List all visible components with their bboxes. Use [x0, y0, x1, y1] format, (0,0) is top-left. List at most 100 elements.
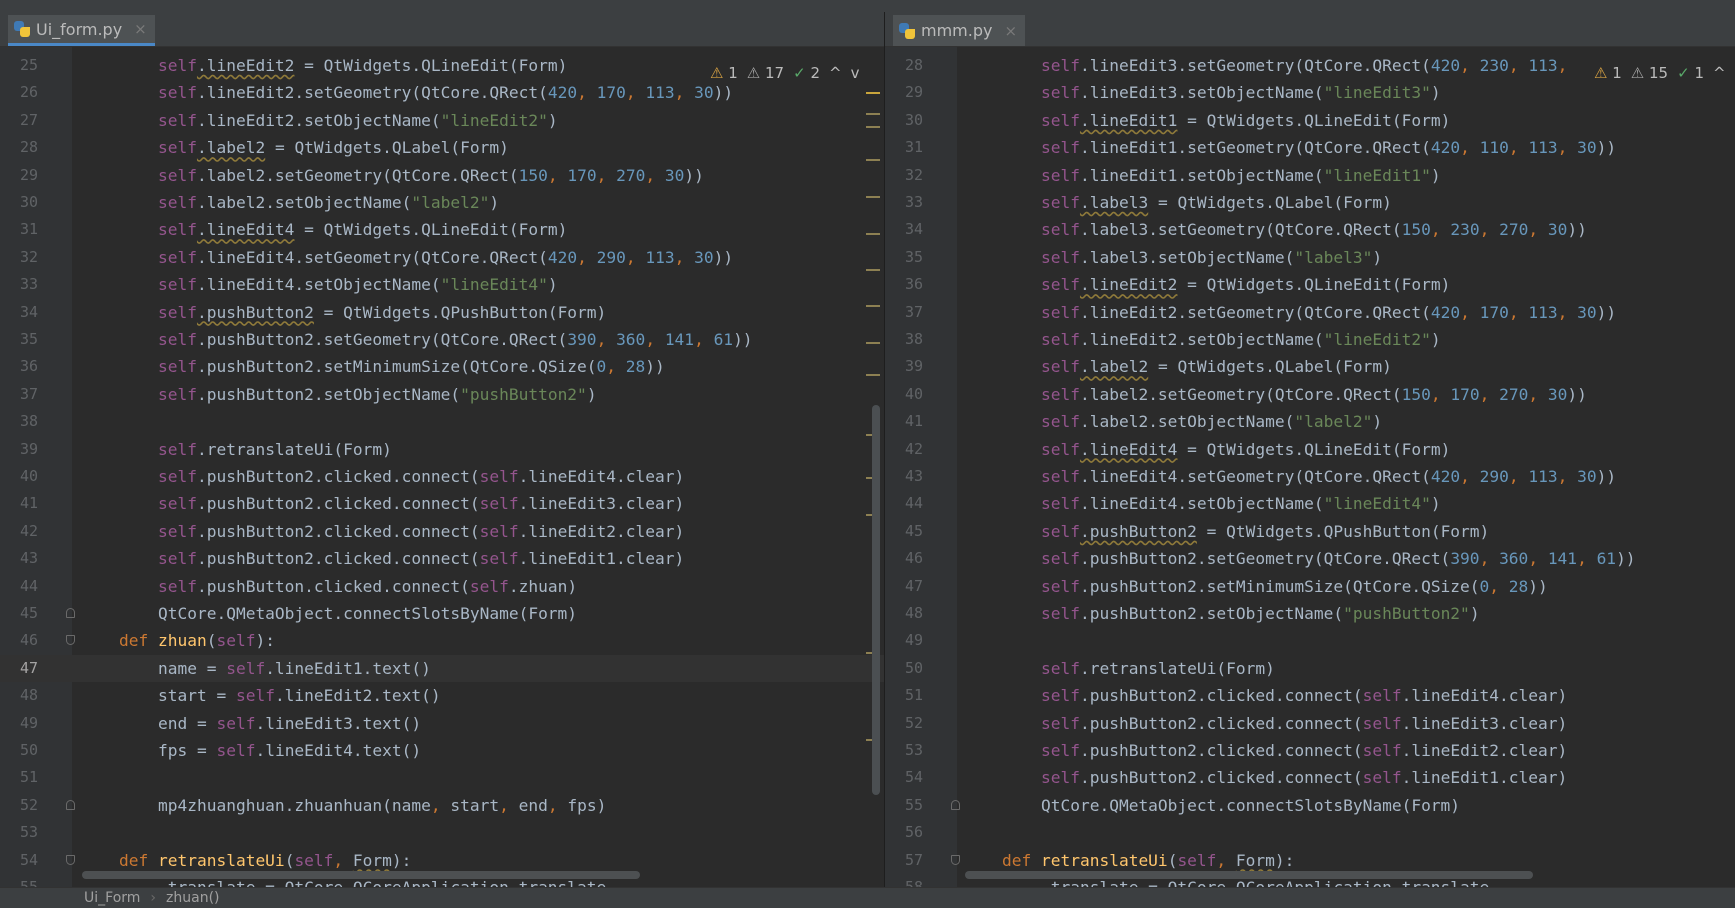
horizontal-scrollbar-left[interactable] — [82, 871, 640, 879]
line-number: 51 — [19, 768, 38, 787]
fold-marker-icon[interactable] — [66, 854, 75, 865]
line-number: 42 — [904, 439, 923, 458]
code-line[interactable]: 34 self.pushButton2 = QtWidgets.QPushBut… — [0, 299, 884, 326]
code-line[interactable]: 47 self.pushButton2.setMinimumSize(QtCor… — [885, 573, 1735, 600]
code-line[interactable]: 32 self.lineEdit4.setGeometry(QtCore.QRe… — [0, 244, 884, 271]
code-line[interactable]: 46 self.pushButton2.setGeometry(QtCore.Q… — [885, 545, 1735, 572]
previous-highlight-button[interactable]: ^ — [1713, 64, 1726, 82]
code-line[interactable]: 36 self.lineEdit2 = QtWidgets.QLineEdit(… — [885, 271, 1735, 298]
code-text: name = self.lineEdit1.text() — [119, 658, 431, 678]
code-line[interactable]: 51 — [0, 764, 884, 791]
code-line[interactable]: 53 — [0, 819, 884, 846]
code-line[interactable]: 30 self.lineEdit1 = QtWidgets.QLineEdit(… — [885, 107, 1735, 134]
code-line[interactable]: 45 self.pushButton2 = QtWidgets.QPushBut… — [885, 518, 1735, 545]
error-stripe-left[interactable] — [866, 87, 880, 887]
code-line[interactable]: 54 def retranslateUi(self, Form): — [0, 847, 884, 874]
horizontal-scrollbar-right[interactable] — [965, 871, 1533, 879]
code-text: self.lineEdit2 = QtWidgets.QLineEdit(For… — [157, 56, 568, 75]
code-text: self.lineEdit4.setObjectName("lineEdit4"… — [157, 275, 558, 295]
code-line[interactable]: 31 self.lineEdit1.setGeometry(QtCore.QRe… — [885, 134, 1735, 161]
code-line[interactable]: 26 self.lineEdit2.setGeometry(QtCore.QRe… — [0, 79, 884, 106]
code-line[interactable]: 35 self.pushButton2.setGeometry(QtCore.Q… — [0, 326, 884, 353]
code-line[interactable]: 41 self.label2.setObjectName("label2") — [885, 408, 1735, 435]
code-line[interactable]: 51 self.pushButton2.clicked.connect(self… — [885, 682, 1735, 709]
code-line[interactable]: 56 — [885, 819, 1735, 846]
code-line[interactable]: 37 self.lineEdit2.setGeometry(QtCore.QRe… — [885, 299, 1735, 326]
code-line[interactable]: 36 self.pushButton2.setMinimumSize(QtCor… — [0, 353, 884, 380]
code-line[interactable]: 50 self.retranslateUi(Form) — [885, 655, 1735, 682]
code-line[interactable]: 42 self.lineEdit4 = QtWidgets.QLineEdit(… — [885, 436, 1735, 463]
code-line[interactable]: 39 self.label2 = QtWidgets.QLabel(Form) — [885, 353, 1735, 380]
code-line[interactable]: 43 self.lineEdit4.setGeometry(QtCore.QRe… — [885, 463, 1735, 490]
line-number: 48 — [19, 686, 38, 705]
code-line[interactable]: 43 self.pushButton2.clicked.connect(self… — [0, 545, 884, 572]
code-line[interactable]: 55 QtCore.QMetaObject.connectSlotsByName… — [885, 792, 1735, 819]
code-line[interactable]: 50 fps = self.lineEdit4.text() — [0, 737, 884, 764]
breadcrumb-method[interactable]: zhuan() — [166, 890, 219, 906]
code-line[interactable]: 33 self.lineEdit4.setObjectName("lineEdi… — [0, 271, 884, 298]
fold-marker-icon[interactable] — [951, 799, 960, 810]
close-tab-icon[interactable]: × — [134, 20, 147, 38]
tab-bar-left: Ui_form.py × — [0, 12, 884, 47]
code-line[interactable]: 41 self.pushButton2.clicked.connect(self… — [0, 490, 884, 517]
code-line[interactable]: 40 self.label2.setGeometry(QtCore.QRect(… — [885, 381, 1735, 408]
code-line[interactable]: 49 — [885, 627, 1735, 654]
fold-marker-icon[interactable] — [66, 799, 75, 810]
breadcrumb-class[interactable]: Ui_Form — [84, 890, 140, 906]
code-line[interactable]: 45 QtCore.QMetaObject.connectSlotsByName… — [0, 600, 884, 627]
code-line[interactable]: 42 self.pushButton2.clicked.connect(self… — [0, 518, 884, 545]
line-number: 32 — [904, 165, 923, 184]
code-line[interactable]: 37 self.pushButton2.setObjectName("pushB… — [0, 381, 884, 408]
fold-marker-icon[interactable] — [951, 854, 960, 865]
code-line[interactable]: 33 self.label3 = QtWidgets.QLabel(Form) — [885, 189, 1735, 216]
code-line[interactable]: 53 self.pushButton2.clicked.connect(self… — [885, 737, 1735, 764]
typo-check-icon: ✓ — [793, 64, 806, 82]
code-line[interactable]: 49 end = self.lineEdit3.text() — [0, 710, 884, 737]
code-line[interactable]: 30 self.label2.setObjectName("label2") — [0, 189, 884, 216]
vertical-scrollbar-thumb[interactable] — [872, 405, 880, 795]
tab-mmm-py[interactable]: mmm.py × — [893, 15, 1026, 46]
code-text: self.pushButton2.clicked.connect(self.li… — [1040, 686, 1568, 706]
code-line[interactable]: 38 self.lineEdit2.setObjectName("lineEdi… — [885, 326, 1735, 353]
inspection-widget[interactable]: ⚠ 1 ⚠ 17 ✓ 2 ^ v — [706, 64, 864, 82]
code-text: self.pushButton2.clicked.connect(self.li… — [157, 549, 685, 569]
code-line[interactable]: 48 self.pushButton2.setObjectName("pushB… — [885, 600, 1735, 627]
close-tab-icon[interactable]: × — [1004, 22, 1017, 40]
code-line[interactable]: 27 self.lineEdit2.setObjectName("lineEdi… — [0, 107, 884, 134]
line-number: 29 — [904, 83, 923, 102]
fold-marker-icon[interactable] — [66, 635, 75, 646]
code-line[interactable]: 39 self.retranslateUi(Form) — [0, 436, 884, 463]
code-line[interactable]: 32 self.lineEdit1.setObjectName("lineEdi… — [885, 162, 1735, 189]
code-line[interactable]: 29 self.lineEdit3.setObjectName("lineEdi… — [885, 79, 1735, 106]
code-line[interactable]: 40 self.pushButton2.clicked.connect(self… — [0, 463, 884, 490]
code-line[interactable]: 48 start = self.lineEdit2.text() — [0, 682, 884, 709]
code-editor-right[interactable]: 28 self.lineEdit3.setGeometry(QtCore.QRe… — [885, 47, 1735, 887]
code-line[interactable]: 44 self.lineEdit4.setObjectName("lineEdi… — [885, 490, 1735, 517]
error-count: 1 — [728, 64, 738, 82]
code-line[interactable]: 44 self.pushButton.clicked.connect(self.… — [0, 573, 884, 600]
code-line[interactable]: 28 self.label2 = QtWidgets.QLabel(Form) — [0, 134, 884, 161]
code-line[interactable]: 57 def retranslateUi(self, Form): — [885, 847, 1735, 874]
code-line[interactable]: 47 name = self.lineEdit1.text() — [0, 654, 884, 682]
fold-marker-icon[interactable] — [66, 608, 75, 618]
code-line[interactable]: 54 self.pushButton2.clicked.connect(self… — [885, 764, 1735, 791]
code-editor-left[interactable]: 25 self.lineEdit2 = QtWidgets.QLineEdit(… — [0, 47, 884, 887]
inspection-widget[interactable]: ⚠ 1 ⚠ 15 ✓ 1 ^ — [1590, 64, 1730, 82]
code-text: self.lineEdit4 = QtWidgets.QLineEdit(For… — [1040, 439, 1451, 459]
code-text: self.retranslateUi(Form) — [1040, 658, 1275, 678]
code-line[interactable]: 38 — [0, 408, 884, 435]
line-number: 27 — [19, 110, 38, 129]
code-line[interactable]: 35 self.label3.setObjectName("label3") — [885, 244, 1735, 271]
previous-highlight-button[interactable]: ^ — [829, 64, 842, 82]
line-number: 45 — [19, 604, 38, 622]
code-line[interactable]: 31 self.lineEdit4 = QtWidgets.QLineEdit(… — [0, 216, 884, 243]
code-text: self.pushButton2.clicked.connect(self.li… — [157, 494, 685, 514]
code-line[interactable]: 52 self.pushButton2.clicked.connect(self… — [885, 710, 1735, 737]
code-text: self.lineEdit4.setGeometry(QtCore.QRect(… — [1040, 467, 1617, 486]
code-line[interactable]: 29 self.label2.setGeometry(QtCore.QRect(… — [0, 162, 884, 189]
code-line[interactable]: 46 def zhuan(self): — [0, 627, 884, 654]
code-line[interactable]: 52 mp4zhuanghuan.zhuanhuan(name, start, … — [0, 792, 884, 819]
tab-ui-form-py[interactable]: Ui_form.py × — [8, 15, 155, 46]
next-highlight-button[interactable]: v — [851, 64, 860, 82]
code-line[interactable]: 34 self.label3.setGeometry(QtCore.QRect(… — [885, 216, 1735, 243]
